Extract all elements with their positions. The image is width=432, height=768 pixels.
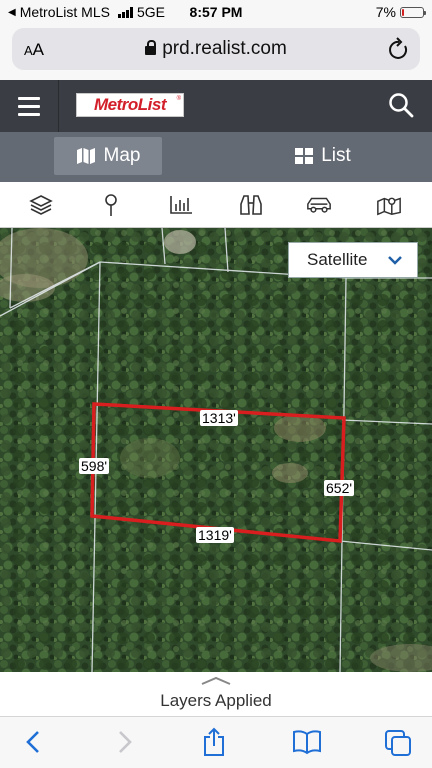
layers-applied-label: Layers Applied [160, 691, 272, 710]
location-pin-icon[interactable] [98, 192, 124, 218]
tab-list-label: List [321, 145, 351, 166]
metrolist-logo[interactable]: MetroList ® [76, 93, 184, 117]
browser-address-area: AA prd.realist.com [0, 24, 432, 80]
dimension-label-top: 1313' [200, 410, 238, 426]
forward-icon[interactable] [116, 729, 134, 755]
layers-icon[interactable] [28, 192, 54, 218]
dimension-label-bottom: 1319' [196, 527, 234, 543]
dimension-label-right: 652' [324, 480, 355, 496]
map-tools-bar [0, 182, 432, 228]
basemap-select[interactable]: Satellite [288, 242, 418, 278]
status-bar: ◀ MetroList MLS 5GE 8:57 PM 7% [0, 0, 432, 24]
chevron-down-icon [388, 256, 402, 265]
status-right: 7% [375, 4, 426, 20]
lock-icon [145, 40, 157, 55]
browser-toolbar [0, 716, 432, 768]
satellite-imagery [0, 228, 432, 672]
logo-text: MetroList [94, 95, 167, 114]
view-toggle-bar: Map List [0, 132, 432, 182]
basemap-select-value: Satellite [307, 250, 368, 269]
tab-list[interactable]: List [268, 137, 378, 175]
share-icon[interactable] [202, 727, 226, 757]
menu-icon[interactable] [0, 80, 59, 132]
grid-icon [295, 148, 314, 164]
binoculars-icon[interactable] [238, 192, 264, 218]
car-icon[interactable] [306, 192, 332, 218]
bookmarks-icon[interactable] [292, 729, 322, 755]
tab-map[interactable]: Map [54, 137, 162, 175]
map-area-icon[interactable] [376, 192, 402, 218]
bar-chart-icon[interactable] [168, 192, 194, 218]
url-text[interactable]: prd.realist.com [162, 38, 287, 59]
chevron-up-icon[interactable] [200, 676, 232, 686]
logo-mark: ® [176, 96, 181, 102]
back-icon[interactable] [24, 729, 42, 755]
reload-icon[interactable] [388, 37, 410, 61]
satellite-map[interactable]: Satellite 1313' 598' 652' 1319' [0, 228, 432, 672]
dimension-label-left: 598' [79, 458, 110, 474]
battery-percent: 7% [375, 4, 396, 20]
map-icon [76, 148, 95, 164]
search-icon[interactable] [388, 92, 414, 118]
layers-panel[interactable]: Layers Applied [0, 672, 432, 716]
tabs-icon[interactable] [384, 729, 412, 757]
url-display[interactable]: prd.realist.com [12, 38, 420, 60]
battery-icon [400, 6, 426, 18]
clock: 8:57 PM [189, 4, 243, 20]
address-bar[interactable]: AA prd.realist.com [12, 28, 420, 70]
app-header: MetroList ® [0, 80, 432, 132]
tab-map-label: Map [103, 145, 141, 166]
